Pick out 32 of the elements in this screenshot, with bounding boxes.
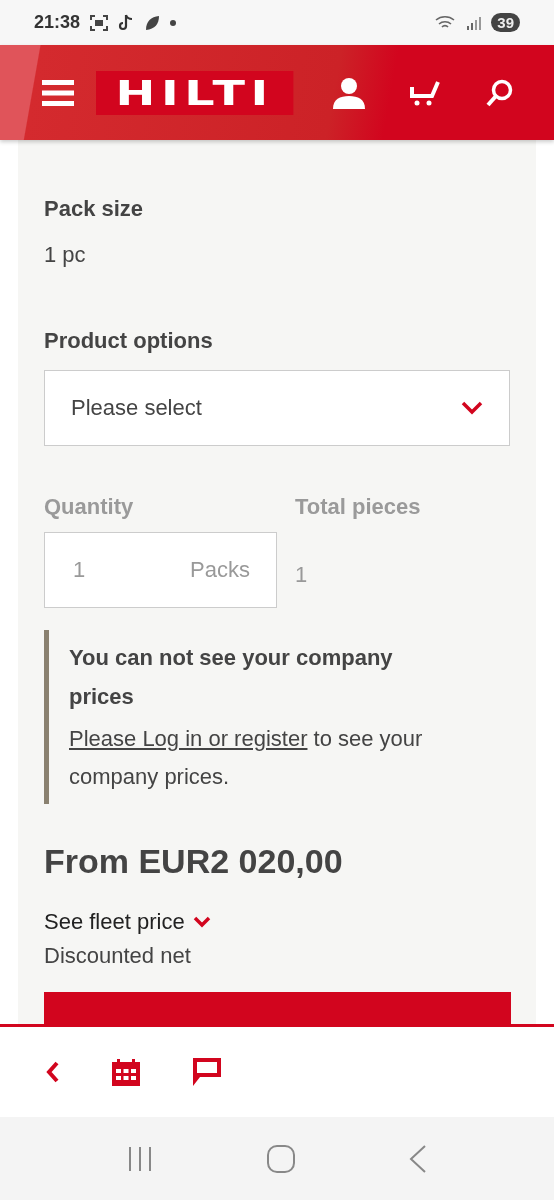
- login-link[interactable]: Please Log in or register: [69, 726, 308, 751]
- total-pieces-value: 1: [295, 562, 309, 588]
- price-text: From EUR2 020,00: [44, 842, 344, 881]
- fleet-price-toggle[interactable]: See fleet price: [44, 909, 211, 935]
- cart-icon[interactable]: [410, 78, 440, 107]
- pack-size-value: 1 pc: [44, 242, 87, 268]
- clock-time: 21:38: [34, 12, 81, 33]
- user-icon[interactable]: [332, 76, 366, 109]
- music-note-icon: [118, 13, 135, 32]
- back-icon[interactable]: [46, 1061, 60, 1083]
- back-icon[interactable]: [409, 1144, 427, 1173]
- chat-icon[interactable]: [192, 1057, 222, 1087]
- menu-icon[interactable]: [42, 79, 74, 106]
- battery-level: 39: [491, 13, 520, 32]
- recent-apps-icon[interactable]: [127, 1145, 153, 1172]
- product-options-label: Product options: [44, 328, 214, 354]
- screenshot-icon: [90, 14, 109, 31]
- notice-text: Please Log in or register to see your company prices.: [69, 725, 424, 791]
- brand-logo[interactable]: HILTI: [96, 70, 294, 115]
- pack-size-label: Pack size: [44, 196, 145, 222]
- search-icon[interactable]: [486, 78, 514, 107]
- price-note: Discounted net: [44, 943, 192, 969]
- calendar-icon[interactable]: [112, 1058, 140, 1086]
- total-pieces-label: Total pieces: [295, 494, 422, 520]
- product-options-select[interactable]: Please select: [44, 370, 510, 446]
- home-icon[interactable]: [267, 1144, 295, 1173]
- chevron-icon: [192, 916, 211, 928]
- quantity-label: Quantity: [44, 494, 135, 520]
- leaf-icon: [144, 14, 161, 31]
- chevron-down-icon: [461, 401, 483, 415]
- dot-icon: [170, 19, 177, 26]
- signal-icon: [467, 15, 482, 30]
